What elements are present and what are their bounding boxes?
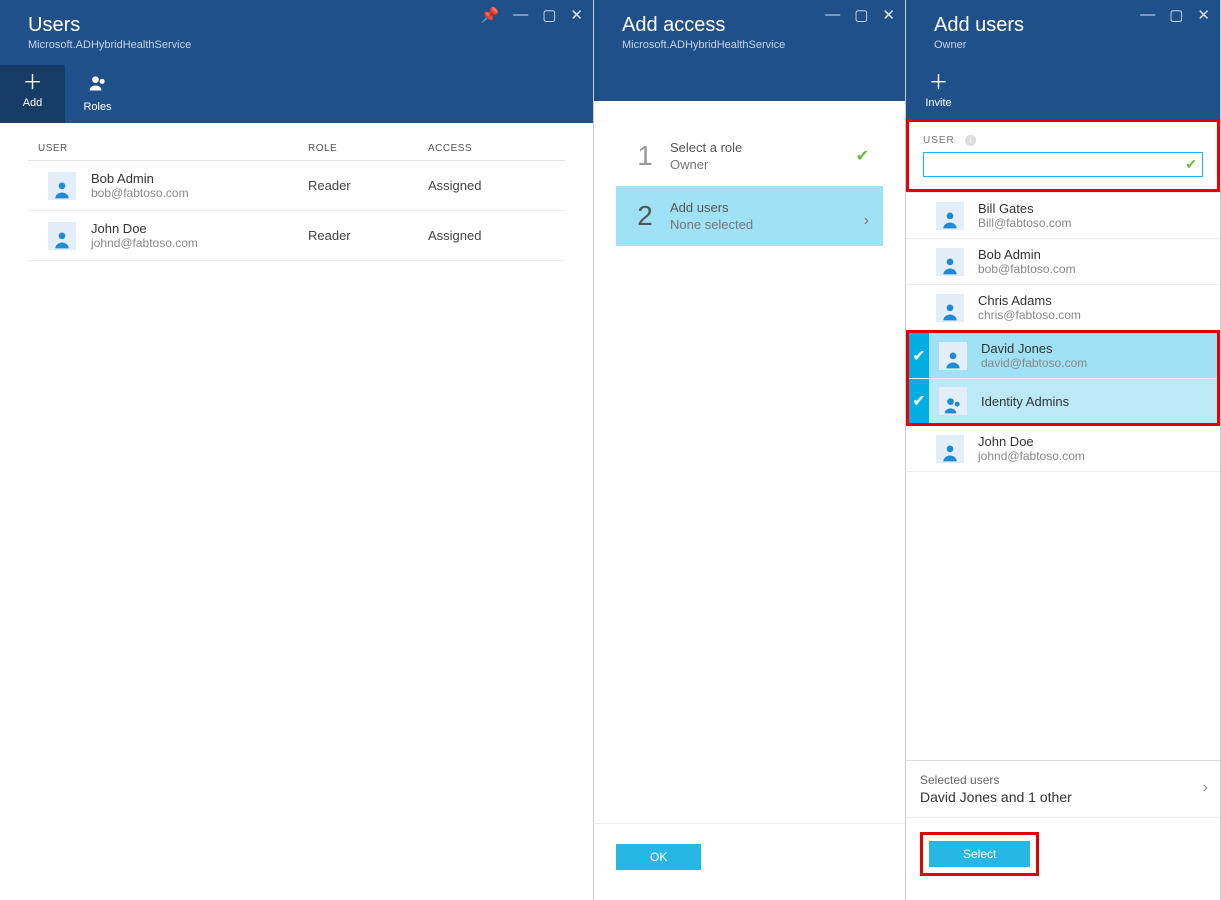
maximize-icon[interactable]: ▢ [1169,6,1183,24]
info-icon[interactable]: i [965,135,976,146]
check-icon: ✔ [1185,156,1197,173]
user-email: david@fabtoso.com [981,356,1087,370]
minimize-icon[interactable]: — [1140,6,1155,24]
blade-subtitle: Microsoft.ADHybridHealthService [28,39,568,51]
minimize-icon[interactable]: — [825,6,840,24]
user-email: Bill@fabtoso.com [978,216,1072,230]
user-avatar-icon [48,222,76,250]
step-sub: Owner [670,157,869,172]
user-avatar-icon [936,248,964,276]
user-picker-list: Bill Gates Bill@fabtoso.com Bob Admin bo… [906,192,1220,760]
col-header-access[interactable]: ACCESS [428,143,565,154]
step-add-users[interactable]: 2 Add users None selected › [616,186,883,246]
roles-button[interactable]: Roles [65,65,130,123]
add-access-blade: — ▢ ✕ Add access Microsoft.ADHybridHealt… [594,0,906,900]
user-role: Reader [308,228,428,243]
close-icon[interactable]: ✕ [570,6,583,24]
ok-button[interactable]: OK [616,844,701,870]
plus-icon: ＋ [906,73,971,93]
user-field-label: USER [923,135,955,146]
user-role: Reader [308,178,428,193]
user-access: Assigned [428,228,565,243]
users-blade: 📌 — ▢ ✕ Users Microsoft.ADHybridHealthSe… [0,0,594,900]
footer: OK [594,823,905,900]
add-users-blade: — ▢ ✕ Add users Owner ＋ Invite USER i ✔ [906,0,1221,900]
user-name: Identity Admins [981,394,1069,409]
step-sub: None selected [670,217,869,232]
blade-header: — ▢ ✕ Add users Owner ＋ Invite [906,0,1220,119]
col-header-role[interactable]: ROLE [308,143,428,154]
step-select-role[interactable]: 1 Select a role Owner ✔ [616,126,883,186]
col-header-user[interactable]: USER [28,143,308,154]
user-access: Assigned [428,178,565,193]
user-email: bob@fabtoso.com [978,262,1076,276]
check-icon: ✔ [909,379,929,423]
close-icon[interactable]: ✕ [882,6,895,24]
user-avatar-icon [936,435,964,463]
user-avatar-icon [936,202,964,230]
selected-users-summary[interactable]: Selected users David Jones and 1 other › [906,760,1220,817]
add-button[interactable]: ＋ Add [0,65,65,123]
selection-highlight: ✔ David Jones david@fabtoso.com ✔ Identi… [906,330,1220,426]
group-avatar-icon [939,387,967,415]
list-item[interactable]: Bill Gates Bill@fabtoso.com [906,193,1220,239]
user-email: chris@fabtoso.com [978,308,1081,322]
user-name: David Jones [981,341,1087,356]
list-item[interactable]: John Doe johnd@fabtoso.com [906,426,1220,472]
search-highlight: USER i ✔ [906,119,1220,192]
invite-button[interactable]: ＋ Invite [906,65,971,119]
user-name: John Doe [978,434,1085,449]
table-row[interactable]: Bob Admin bob@fabtoso.com Reader Assigne… [28,161,565,211]
users-table: USER ROLE ACCESS Bob Admin bob@fabtoso.c… [0,123,593,281]
user-email: johnd@fabtoso.com [91,236,198,250]
summary-label: Selected users [920,773,1206,787]
pin-icon[interactable]: 📌 [481,6,500,24]
close-icon[interactable]: ✕ [1197,6,1210,24]
blade-subtitle: Owner [934,39,1195,51]
blade-header: 📌 — ▢ ✕ Users Microsoft.ADHybridHealthSe… [0,0,593,123]
user-avatar-icon [48,172,76,200]
select-button[interactable]: Select [929,841,1030,867]
maximize-icon[interactable]: ▢ [542,6,556,24]
minimize-icon[interactable]: — [513,6,528,24]
step-title: Select a role [670,140,869,155]
list-item[interactable]: Bob Admin bob@fabtoso.com [906,239,1220,285]
chevron-right-icon: › [1203,779,1208,797]
step-title: Add users [670,200,869,215]
plus-icon: ＋ [0,73,65,93]
user-name: Bill Gates [978,201,1072,216]
list-item[interactable]: Chris Adams chris@fabtoso.com [906,285,1220,330]
user-name: Bob Admin [91,171,189,186]
user-avatar-icon [936,294,964,322]
user-email: bob@fabtoso.com [91,186,189,200]
list-item[interactable]: ✔ David Jones david@fabtoso.com [909,333,1217,379]
summary-value: David Jones and 1 other [920,789,1206,805]
user-name: Chris Adams [978,293,1081,308]
blade-header: — ▢ ✕ Add access Microsoft.ADHybridHealt… [594,0,905,101]
user-avatar-icon [939,342,967,370]
maximize-icon[interactable]: ▢ [854,6,868,24]
chevron-right-icon: › [864,212,869,230]
user-name: John Doe [91,221,198,236]
user-email: johnd@fabtoso.com [978,449,1085,463]
roles-icon [65,73,130,97]
blade-subtitle: Microsoft.ADHybridHealthService [622,39,880,51]
list-item[interactable]: ✔ Identity Admins [909,379,1217,423]
user-name: Bob Admin [978,247,1076,262]
user-search-input[interactable] [923,152,1203,177]
check-icon: ✔ [909,333,929,378]
footer: Select [906,817,1220,900]
select-highlight: Select [920,832,1039,876]
check-icon: ✔ [856,146,869,166]
table-row[interactable]: John Doe johnd@fabtoso.com Reader Assign… [28,211,565,261]
